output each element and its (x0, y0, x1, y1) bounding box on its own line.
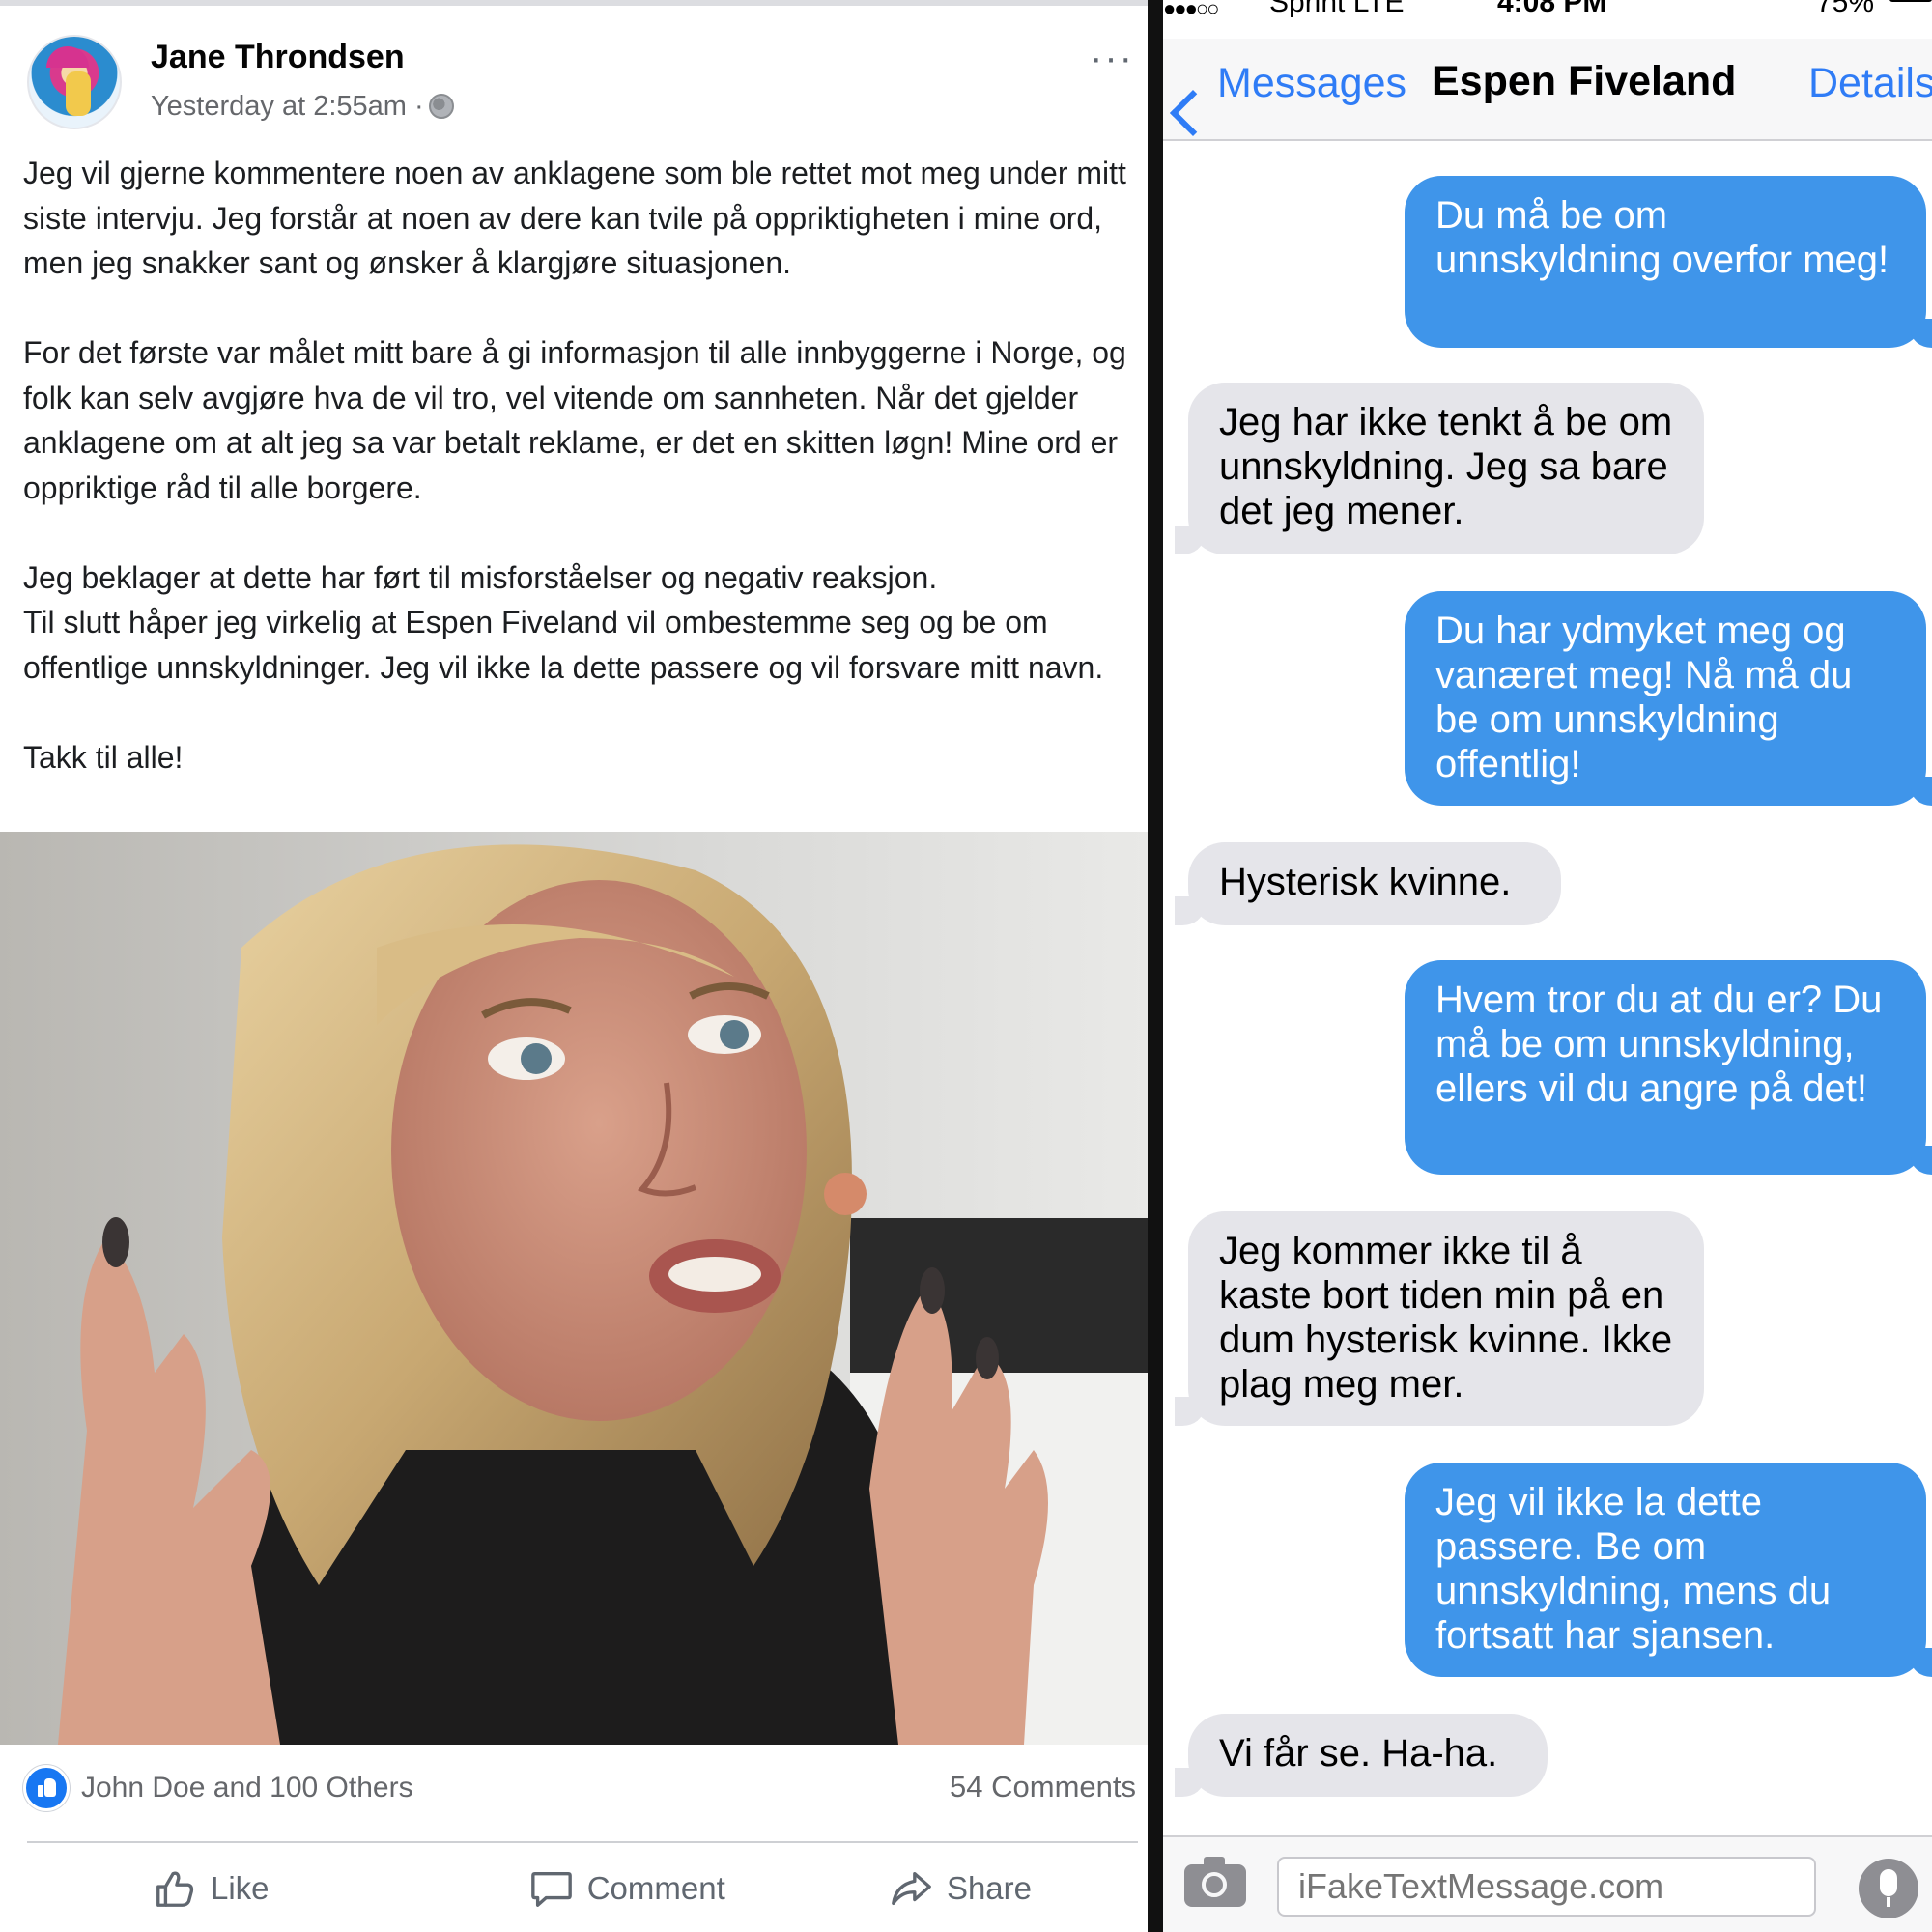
message-bubble-sent[interactable]: Jeg vil ikke la dette passere. Be om unn… (1405, 1463, 1932, 1677)
status-bar: ●●●○○ Sprint LTE 4:08 PM 75% (1163, 0, 1932, 20)
message-bubble-sent[interactable]: Du har ydmyket meg og vanæret meg! Nå må… (1405, 591, 1932, 806)
post-body: Jeg vil gjerne kommentere noen av anklag… (23, 156, 1126, 775)
top-border (0, 0, 1148, 6)
carrier-label: Sprint LTE (1269, 0, 1405, 18)
message-bubble-received[interactable]: Vi får se. Ha-ha. (1175, 1714, 1548, 1797)
message-bubble-received[interactable]: Hysterisk kvinne. (1175, 842, 1561, 925)
like-label: Like (211, 1870, 270, 1906)
avatar-figure (66, 71, 91, 116)
post-timestamp[interactable]: Yesterday at 2:55am · (151, 91, 424, 123)
imessage-conversation: ●●●○○ Sprint LTE 4:08 PM 75% Messages Es… (1163, 0, 1932, 1932)
status-time: 4:08 PM (1497, 0, 1607, 18)
battery-icon (1889, 0, 1932, 2)
signal-strength-icon: ●●●○○ (1163, 0, 1219, 20)
camera-icon[interactable] (1184, 1857, 1246, 1907)
thumbs-up-icon (156, 1871, 194, 1907)
message-bubble-received[interactable]: Jeg har ikke tenkt å be om unnskyldning.… (1175, 383, 1704, 554)
back-button[interactable]: Messages (1217, 60, 1406, 107)
comment-bubble-icon (530, 1871, 572, 1907)
photo-woman-speaking (0, 832, 1148, 1745)
comments-count[interactable]: 54 Comments (950, 1770, 1136, 1804)
message-bubble-sent[interactable]: Hvem tror du at du er? Du må be om unnsk… (1405, 960, 1932, 1175)
message-input[interactable] (1277, 1857, 1816, 1917)
post-photo[interactable] (0, 832, 1148, 1745)
microphone-icon[interactable] (1859, 1859, 1918, 1918)
share-label: Share (946, 1870, 1032, 1906)
share-arrow-icon (892, 1871, 931, 1906)
comment-label: Comment (586, 1870, 725, 1906)
share-button[interactable]: Share (889, 1860, 1138, 1918)
back-chevron-icon[interactable] (1169, 89, 1217, 137)
actions-divider (27, 1841, 1138, 1843)
battery-percent: 75% (1816, 0, 1875, 18)
comment-button[interactable]: Comment (529, 1860, 725, 1918)
more-options-icon[interactable]: ··· (1090, 37, 1134, 80)
panel-divider (1148, 0, 1163, 1932)
like-reaction-icon (23, 1765, 70, 1811)
globe-icon (429, 94, 454, 119)
facebook-post: Jane Throndsen Yesterday at 2:55am · ···… (0, 0, 1148, 1932)
conversation-header: Messages Espen Fiveland Details (1163, 39, 1932, 141)
reactions-text: John Doe and 100 Others (81, 1772, 413, 1804)
like-button[interactable]: Like (27, 1860, 366, 1918)
message-bubble-received[interactable]: Jeg kommer ikke til å kaste bort tiden m… (1175, 1211, 1704, 1426)
message-bubble-sent[interactable]: Du må be om unnskyldning overfor meg! (1405, 176, 1932, 348)
post-author[interactable]: Jane Throndsen (151, 39, 405, 76)
details-button[interactable]: Details (1808, 60, 1932, 107)
compose-bar (1163, 1835, 1932, 1932)
avatar-umbrella (46, 46, 89, 68)
post-actions: Like Comment Share (27, 1860, 1138, 1918)
reaction-summary[interactable]: John Doe and 100 Others (23, 1764, 413, 1812)
avatar[interactable] (27, 35, 122, 129)
contact-name[interactable]: Espen Fiveland (1432, 58, 1736, 105)
